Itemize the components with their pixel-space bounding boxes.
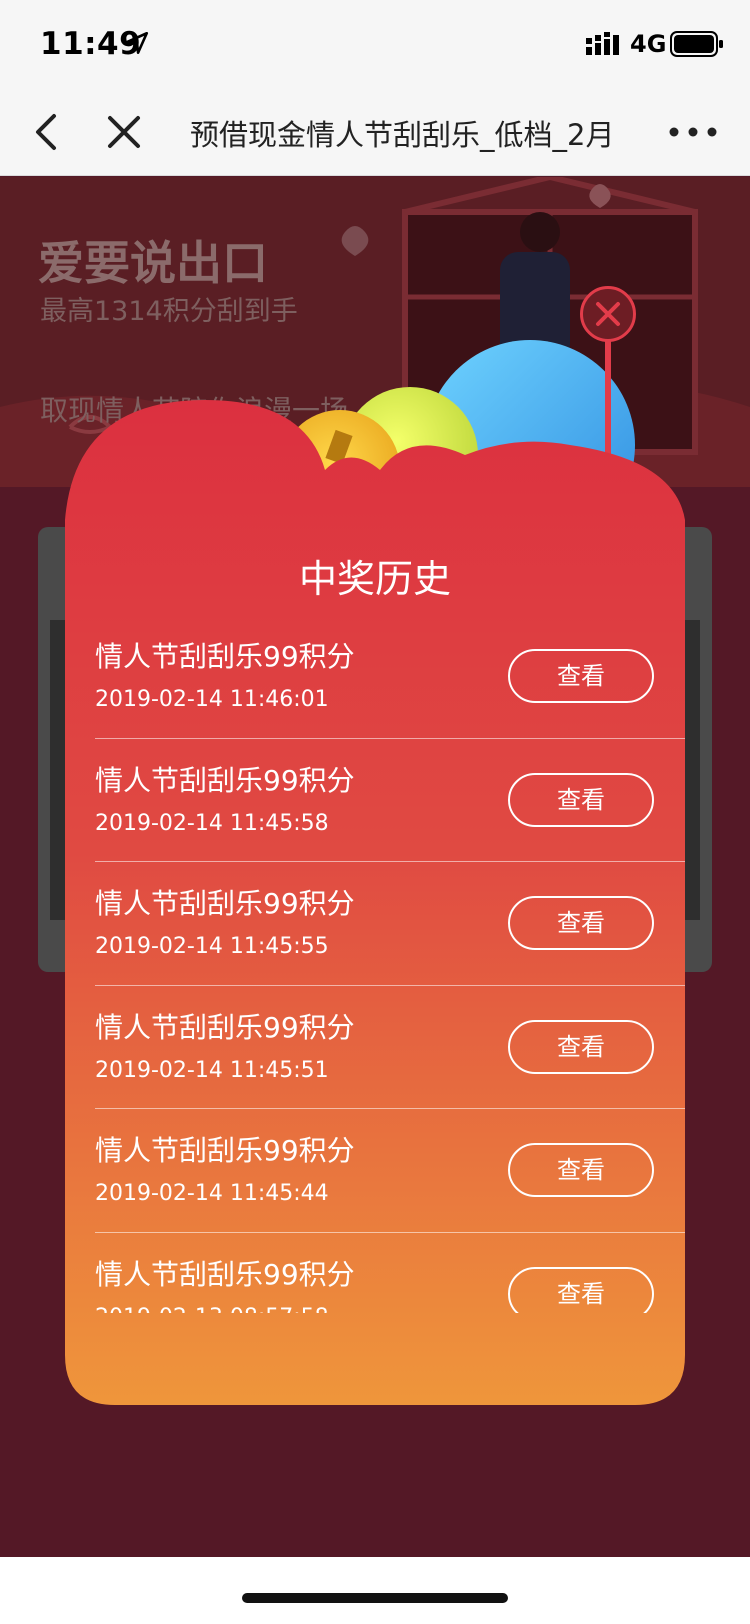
network-label: 4G xyxy=(630,30,667,58)
view-button[interactable]: 查看 xyxy=(508,1019,654,1074)
modal-close-button[interactable] xyxy=(580,286,636,342)
view-button[interactable]: 查看 xyxy=(508,772,654,827)
prize-record-date: 2019-02-14 11:45:51 xyxy=(95,1057,329,1083)
prize-record-date: 2019-02-14 11:45:58 xyxy=(95,810,329,836)
nav-bar: 预借现金情人节刮刮乐_低档_2月 xyxy=(0,88,750,176)
battery-icon xyxy=(670,31,723,57)
view-button[interactable]: 查看 xyxy=(508,649,654,703)
prize-history-list[interactable]: 情人节刮刮乐99积分 2019-02-14 11:46:01 查看 情人节刮刮乐99积… xyxy=(95,615,685,1313)
prize-record-name: 情人节刮刮乐99积分 xyxy=(95,1010,355,1044)
banner-title: 爱要说出口 xyxy=(38,236,268,290)
close-circle-icon xyxy=(596,302,620,326)
prize-record-name: 情人节刮刮乐99积分 xyxy=(95,887,355,920)
prize-record-row: 情人节刮刮乐99积分 2019-02-13 08:57:58 查看 xyxy=(95,1233,685,1314)
prize-record-name: 情人节刮刮乐99积分 xyxy=(95,640,355,673)
prize-record-row: 情人节刮刮乐99积分 2019-02-14 11:46:01 查看 xyxy=(95,615,685,739)
prize-record-row: 情人节刮刮乐99积分 2019-02-14 11:45:58 查看 xyxy=(95,739,685,862)
prize-record-name: 情人节刮刮乐99积分 xyxy=(95,1257,355,1291)
prize-record-row: 情人节刮刮乐99积分 2019-02-14 11:45:51 查看 xyxy=(95,986,685,1109)
home-indicator-area xyxy=(0,1557,750,1624)
location-arrow-icon xyxy=(125,31,149,55)
prize-record-date: 2019-02-13 08:57:58 xyxy=(95,1305,329,1314)
close-icon[interactable] xyxy=(104,110,144,154)
prize-record-row: 情人节刮刮乐99积分 2019-02-14 11:45:44 查看 xyxy=(95,1109,685,1233)
chevron-left-icon[interactable] xyxy=(28,110,64,154)
prize-record-name: 情人节刮刮乐99积分 xyxy=(95,763,355,797)
prize-record-date: 2019-02-14 11:45:55 xyxy=(95,934,329,959)
view-button[interactable]: 查看 xyxy=(508,896,654,950)
page-title: 预借现金情人节刮刮乐_低档_2月 xyxy=(190,118,615,152)
home-indicator[interactable] xyxy=(242,1593,508,1603)
modal-title: 中奖历史 xyxy=(298,557,451,601)
prize-record-date: 2019-02-14 11:46:01 xyxy=(95,687,329,712)
view-button[interactable]: 查看 xyxy=(508,1266,654,1313)
prize-record-date: 2019-02-14 11:45:44 xyxy=(95,1181,329,1206)
status-bar: 11:49 4G xyxy=(0,0,750,88)
signal-bars-icon xyxy=(586,32,619,55)
view-button[interactable]: 查看 xyxy=(508,1143,654,1197)
prize-history-modal: 中奖历史 情人节刮刮乐99积分 2019-02-14 11:46:01 查看 情人节刮… xyxy=(65,400,685,1405)
more-icon[interactable] xyxy=(668,118,718,146)
prize-record-row: 情人节刮刮乐99积分 2019-02-14 11:45:55 查看 xyxy=(95,862,685,986)
banner-subtitle: 最高1314积分刮到手 xyxy=(40,296,298,327)
prize-record-name: 情人节刮刮乐99积分 xyxy=(95,1134,355,1167)
